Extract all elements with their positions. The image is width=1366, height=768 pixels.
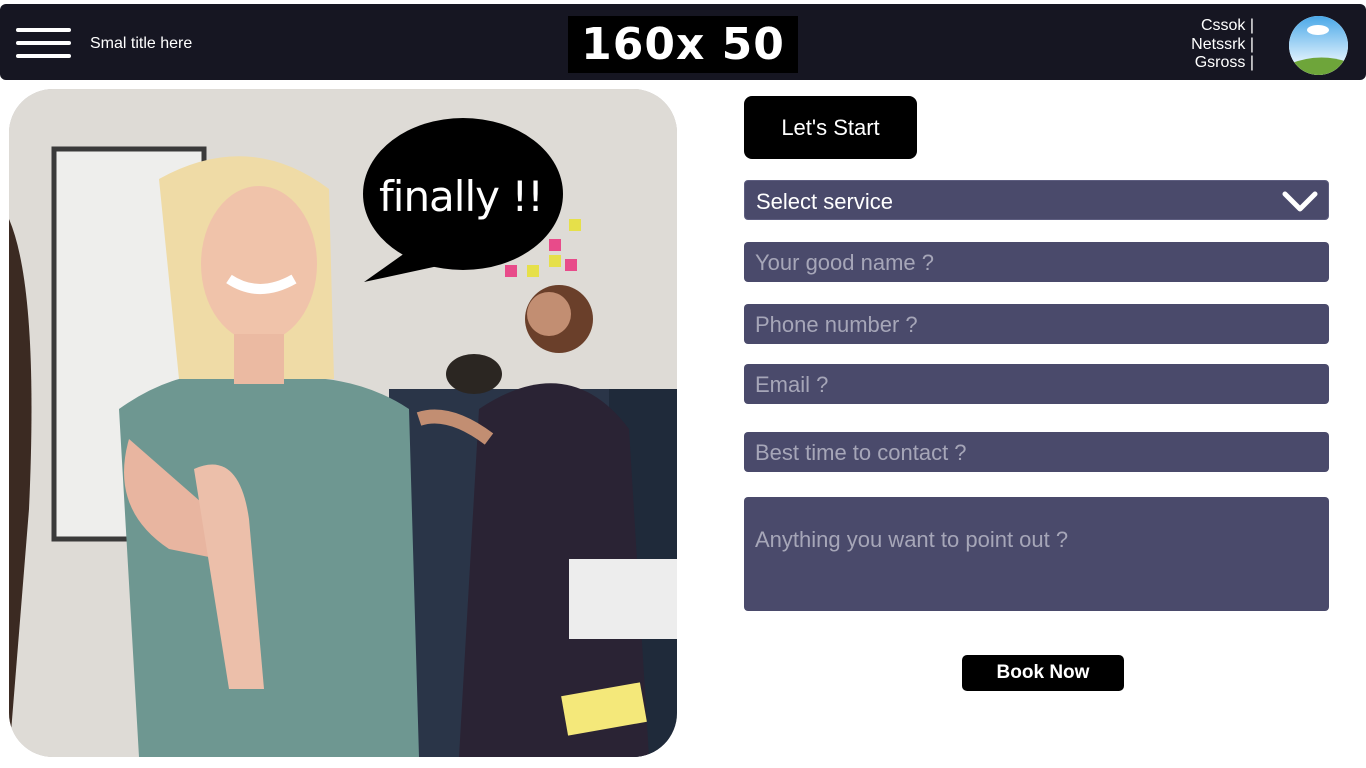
logo-placeholder: 160x 50 [568,16,798,73]
avatar[interactable] [1289,16,1348,75]
contact-time-field[interactable]: Best time to contact ? [744,432,1329,472]
hamburger-menu-icon[interactable] [16,28,72,62]
service-select[interactable]: Select service [744,180,1329,220]
book-now-button[interactable]: Book Now [962,655,1124,691]
top-nav-links: Cssok | Netssrk | Gsross | [1191,17,1254,73]
header-bar: Smal title here 160x 50 Cssok | Netssrk … [0,4,1366,80]
hero-photo [9,89,677,757]
speech-bubble-text: finally !! [378,172,544,221]
email-field[interactable]: Email ? [744,364,1329,404]
service-select-value: Select service [756,189,893,214]
office-handshake-photo-icon [9,89,677,757]
name-field[interactable]: Your good name ? [744,242,1329,282]
site-title: Smal title here [90,35,193,52]
nav-link-cssok[interactable]: Cssok | [1191,17,1254,36]
lets-start-button[interactable]: Let's Start [744,96,917,159]
landscape-avatar-icon [1289,16,1348,75]
nav-link-netssrk[interactable]: Netssrk | [1191,36,1254,55]
chevron-down-icon [1282,191,1318,212]
notes-textarea[interactable]: Anything you want to point out ? [744,497,1329,611]
phone-field[interactable]: Phone number ? [744,304,1329,344]
nav-link-gsross[interactable]: Gsross | [1191,54,1254,73]
